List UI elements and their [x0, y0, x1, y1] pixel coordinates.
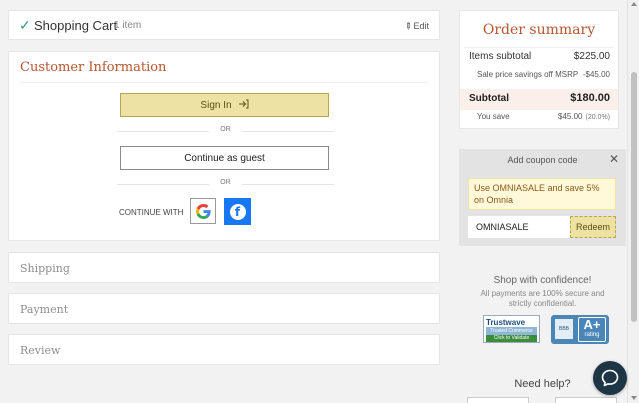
scrollbar[interactable] [627, 0, 639, 403]
scroll-thumb[interactable] [631, 72, 637, 322]
you-save-percent: (20.0%) [585, 114, 610, 121]
you-save-label: You save [477, 112, 510, 121]
payment-step-label: Payment [20, 303, 69, 316]
items-subtotal-value: $225.00 [573, 51, 610, 62]
you-save-amount: $45.00 [558, 112, 583, 121]
items-subtotal-row: Items subtotal $225.00 [460, 51, 618, 65]
redeem-button[interactable]: Redeem [570, 216, 616, 238]
bbb-logo-icon: BBB [555, 319, 573, 339]
facebook-login-button[interactable]: f [224, 198, 251, 225]
confidence-title: Shop with confidence! [493, 275, 592, 286]
checkout-main: ✓ Shopping Cart 1 item ✎Edit Customer In… [0, 0, 449, 403]
cart-section: ✓ Shopping Cart 1 item ✎Edit [8, 10, 440, 40]
review-step[interactable]: Review [8, 334, 440, 365]
sale-savings-label: Sale price savings off MSRP [477, 70, 579, 79]
scroll-up-icon[interactable] [631, 2, 637, 6]
chat-icon [601, 369, 619, 387]
chat-button[interactable] [593, 361, 627, 395]
bbb-rating-label: rating [584, 332, 600, 338]
close-icon[interactable]: ✕ [609, 152, 619, 166]
order-summary-title: Order summary [482, 22, 596, 38]
sale-savings-value: -$45.00 [582, 70, 610, 79]
coupon-code-input[interactable] [468, 216, 570, 238]
bbb-badge[interactable]: BBB A+ rating [551, 315, 609, 344]
trustwave-validate: Click to Validate [486, 335, 537, 342]
google-login-button[interactable] [190, 198, 216, 224]
sign-in-button[interactable]: Sign In [120, 93, 329, 117]
scroll-down-icon[interactable] [631, 396, 637, 400]
divider [464, 47, 614, 48]
confidence-text: All payments are 100% secure and strictl… [480, 289, 605, 308]
shipping-step[interactable]: Shipping [8, 252, 440, 283]
you-save-row: You save $45.00 (20.0%) [460, 112, 618, 126]
or-label: OR [220, 126, 231, 133]
customer-information-section: Customer Information Sign In OR Continue… [8, 51, 440, 241]
help-option[interactable] [555, 397, 617, 403]
payment-step[interactable]: Payment [8, 293, 440, 324]
or-divider: OR [117, 179, 334, 189]
shop-with-confidence: Shop with confidence! All payments are 1… [459, 275, 626, 344]
edit-label: Edit [413, 21, 429, 31]
coupon-title: Add coupon code [507, 155, 578, 165]
subtotal-row: Subtotal $180.00 [460, 89, 618, 110]
coupon-panel: Add coupon code ✕ Use OMNIASALE and save… [459, 149, 626, 246]
sale-savings-row: Sale price savings off MSRP -$45.00 [460, 70, 618, 84]
you-save-value: $45.00 (20.0%) [558, 112, 610, 121]
help-option[interactable] [467, 397, 529, 403]
customer-info-title: Customer Information [20, 60, 167, 75]
trustwave-name: Trustwave [486, 318, 526, 327]
subtotal-value: $180.00 [570, 92, 610, 104]
divider [20, 82, 428, 83]
order-summary: Order summary Items subtotal $225.00 Sal… [459, 10, 619, 129]
sign-in-label: Sign In [200, 99, 232, 111]
google-icon [195, 203, 211, 219]
or-divider: OR [117, 126, 334, 136]
continue-as-guest-button[interactable]: Continue as guest [120, 146, 329, 170]
bbb-grade-value: A+ [583, 317, 601, 332]
promo-message: Use OMNIASALE and save 5% on Omnia [468, 178, 616, 210]
continue-with-label: CONTINUE WITH [119, 208, 184, 217]
shipping-step-label: Shipping [20, 262, 70, 275]
cart-title: Shopping Cart [34, 18, 118, 33]
cart-item-count: 1 item [114, 20, 142, 31]
review-step-label: Review [20, 344, 61, 357]
sign-in-icon [238, 99, 249, 112]
or-label: OR [220, 179, 231, 186]
trustwave-subtitle: Trusted Commerce [486, 327, 537, 335]
edit-cart-link[interactable]: ✎Edit [402, 20, 429, 32]
items-subtotal-label: Items subtotal [469, 51, 532, 62]
sidebar: Order summary Items subtotal $225.00 Sal… [455, 0, 627, 403]
bbb-grade: A+ rating [578, 317, 606, 342]
trustwave-badge[interactable]: Trustwave Trusted Commerce Click to Vali… [483, 315, 540, 343]
facebook-icon: f [229, 203, 246, 220]
subtotal-label: Subtotal [469, 93, 509, 104]
check-icon: ✓ [19, 17, 31, 33]
